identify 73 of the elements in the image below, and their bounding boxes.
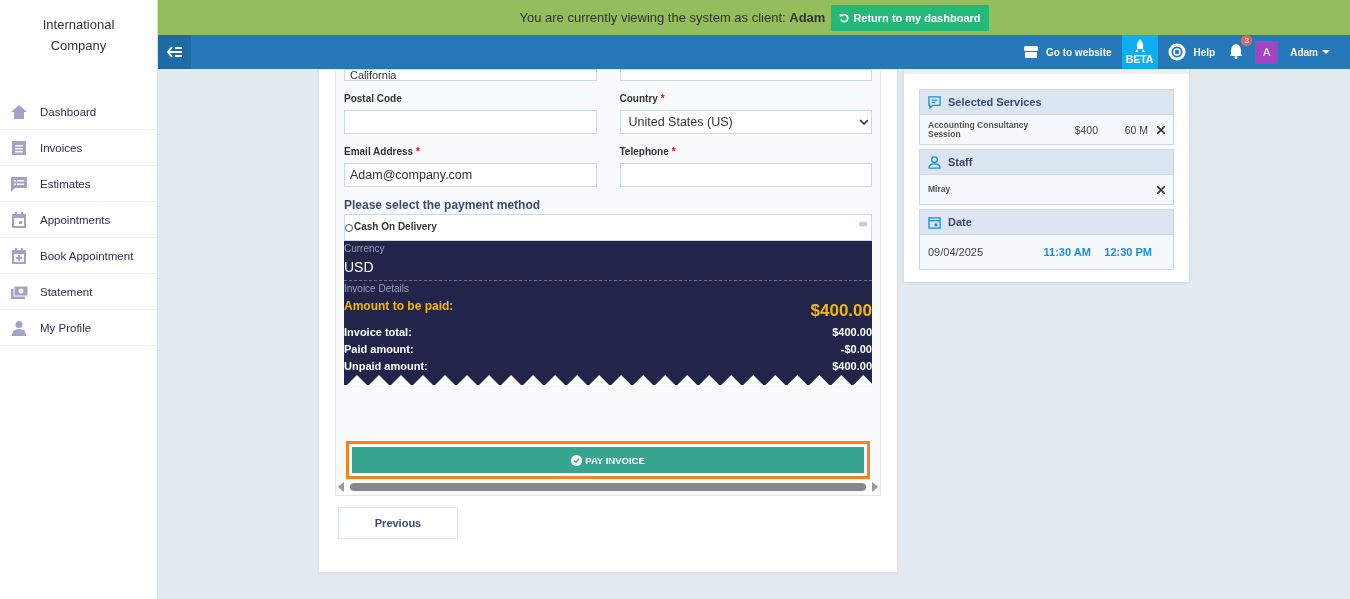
remove-button[interactable] [1157, 185, 1165, 194]
country-select[interactable]: United States (US) [619, 110, 872, 134]
field-label: Postal Code [344, 93, 403, 104]
payment-option[interactable]: Cash On Delivery [344, 214, 872, 241]
chat-list-icon [10, 174, 28, 193]
section-header: Date [920, 210, 1173, 235]
input-field[interactable] [619, 163, 872, 187]
field-label: Email Address * [344, 146, 421, 157]
line-value: $400.00 [832, 359, 872, 374]
amount-value: $400.00 [810, 301, 872, 321]
currency-label: Currency [344, 242, 386, 256]
calendar-plus-icon [10, 246, 28, 265]
line-label: Invoice total: [344, 325, 412, 340]
field-label: Telephone * [619, 146, 677, 157]
go-to-website-link[interactable]: Go to website [1023, 46, 1112, 58]
staff-name: Miray [928, 185, 952, 194]
service-price: $400 [1073, 123, 1098, 136]
previous-button[interactable]: Previous [338, 507, 458, 539]
line-label: Unpaid amount: [344, 359, 428, 374]
arrow-left-lines-icon [166, 46, 183, 58]
date-value: 09/04/2025 [928, 246, 985, 258]
sidebar-item[interactable]: Appointments [0, 202, 157, 238]
house-icon [10, 102, 28, 121]
invoice-details-label: Invoice Details [344, 280, 872, 297]
state-field[interactable]: California [344, 69, 597, 81]
input-field[interactable] [619, 69, 872, 81]
section-header: Staff [920, 150, 1173, 175]
calendar-icon [928, 215, 941, 229]
line-label: Paid amount: [344, 342, 414, 357]
chevron-down-icon [859, 119, 869, 125]
payment-method-heading: Please select the payment method [344, 198, 542, 214]
calendar-icon [10, 210, 28, 229]
rocket-icon [1134, 39, 1145, 53]
sidebar-item[interactable]: Book Appointment [0, 238, 157, 274]
collapse-menu-button[interactable] [158, 35, 191, 69]
input-field[interactable] [344, 110, 597, 134]
user-avatar: A [1255, 40, 1279, 64]
list-icon [10, 138, 28, 157]
lifebuoy-icon [1167, 43, 1186, 61]
start-time: 11:30 AM [1043, 246, 1092, 258]
eye-icon [858, 221, 868, 227]
sidebar-item[interactable]: Invoices [0, 130, 157, 166]
service-duration: 60 M [1123, 123, 1148, 136]
section-header: Selected Services [920, 90, 1173, 115]
remove-button[interactable] [1157, 125, 1165, 134]
sidebar-item[interactable]: Dashboard [0, 94, 157, 130]
help-link[interactable]: Help [1167, 43, 1216, 61]
scroll-left-icon[interactable] [338, 482, 344, 492]
end-time: 12:30 PM [1104, 246, 1153, 258]
sidebar-item[interactable]: Estimates [0, 166, 157, 202]
field-label: Country * [619, 93, 666, 104]
banner-text: You are currently viewing the system as client: Adam [519, 10, 826, 25]
chat-icon [928, 95, 941, 109]
undo-icon [839, 12, 850, 23]
scroll-right-icon[interactable] [872, 482, 878, 492]
person-icon [10, 318, 28, 337]
line-value: $400.00 [832, 325, 872, 340]
service-name: Accounting Consultancy Session [928, 120, 1030, 139]
check-circle-icon [571, 454, 583, 466]
currency-value: USD [344, 258, 375, 277]
person-icon [928, 155, 941, 169]
horizontal-scrollbar[interactable] [338, 481, 878, 493]
caret-icon [1322, 49, 1330, 55]
sidebar-item[interactable]: Statement [0, 274, 157, 310]
line-value: -$0.00 [840, 342, 872, 357]
input-field[interactable]: Adam@company.com [344, 163, 597, 187]
company-name: International Company [41, 16, 116, 55]
notification-count: 3 [1241, 34, 1253, 46]
bell-icon [1229, 42, 1244, 59]
user-menu-button[interactable]: Adam [1284, 45, 1336, 59]
sidebar-item[interactable]: My Profile [0, 310, 157, 346]
amount-label: Amount to be paid: [344, 299, 454, 315]
storefront-icon [1023, 46, 1038, 58]
